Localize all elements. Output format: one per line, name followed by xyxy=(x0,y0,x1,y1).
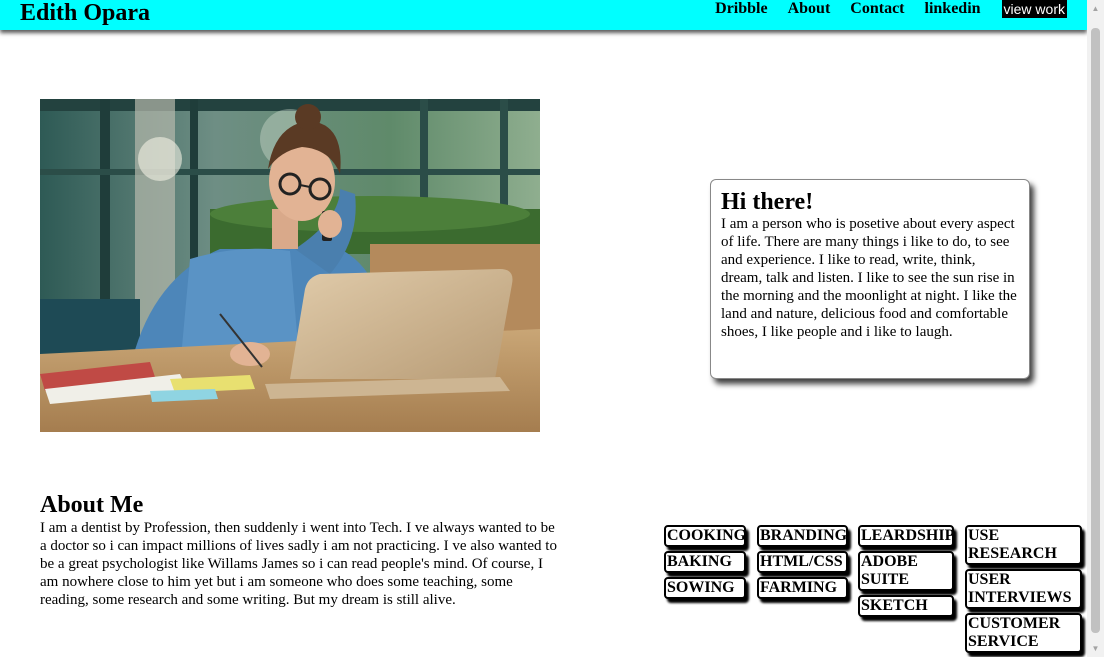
skill-tag-leardship: LEARDSHIP xyxy=(858,525,954,547)
skill-tag-sketch: SKETCH xyxy=(858,595,954,617)
skill-tag-user-interviews: USER INTERVIEWS xyxy=(965,569,1082,609)
scroll-thumb[interactable] xyxy=(1091,28,1100,633)
hero-photo xyxy=(40,99,540,432)
scroll-up-arrow-icon[interactable]: ▲ xyxy=(1087,0,1104,17)
about-section: About Me I am a dentist by Profession, t… xyxy=(40,491,560,609)
nav-links: Dribble About Contact linkedin view work xyxy=(695,0,1067,18)
vertical-scrollbar[interactable]: ▲ ▼ xyxy=(1087,0,1104,657)
skill-tag-cooking: COOKING xyxy=(664,525,746,547)
intro-text: I am a person who is posetive about ever… xyxy=(721,216,1017,340)
skill-tag-farming: FARMING xyxy=(757,577,848,599)
about-text: I am a dentist by Profession, then sudde… xyxy=(40,520,557,608)
site-brand[interactable]: Edith Opara xyxy=(20,0,150,26)
skill-tag-adobe-suite: ADOBE SUITE xyxy=(858,551,954,591)
skill-tag-branding: BRANDING xyxy=(757,525,848,547)
top-nav-bar: Edith Opara Dribble About Contact linked… xyxy=(0,0,1087,30)
intro-title: Hi there! xyxy=(721,189,814,215)
nav-link-about[interactable]: About xyxy=(788,1,831,17)
skill-tag-use-research: USE RESEARCH xyxy=(965,525,1082,565)
skill-tag-baking: BAKING xyxy=(664,551,746,573)
intro-card: Hi there! I am a person who is posetive … xyxy=(710,179,1030,379)
nav-link-linkedin[interactable]: linkedin xyxy=(925,1,981,17)
skill-tag-customer-service: CUSTOMER SERVICE xyxy=(965,613,1082,653)
scroll-down-arrow-icon[interactable]: ▼ xyxy=(1087,640,1104,657)
skill-tag-sowing: SOWING xyxy=(664,577,746,599)
nav-link-contact[interactable]: Contact xyxy=(850,1,904,17)
nav-link-dribble[interactable]: Dribble xyxy=(715,1,767,17)
view-work-button[interactable]: view work xyxy=(1001,0,1067,18)
skill-tag-html-css: HTML/CSS xyxy=(757,551,848,573)
about-title: About Me xyxy=(40,492,144,518)
